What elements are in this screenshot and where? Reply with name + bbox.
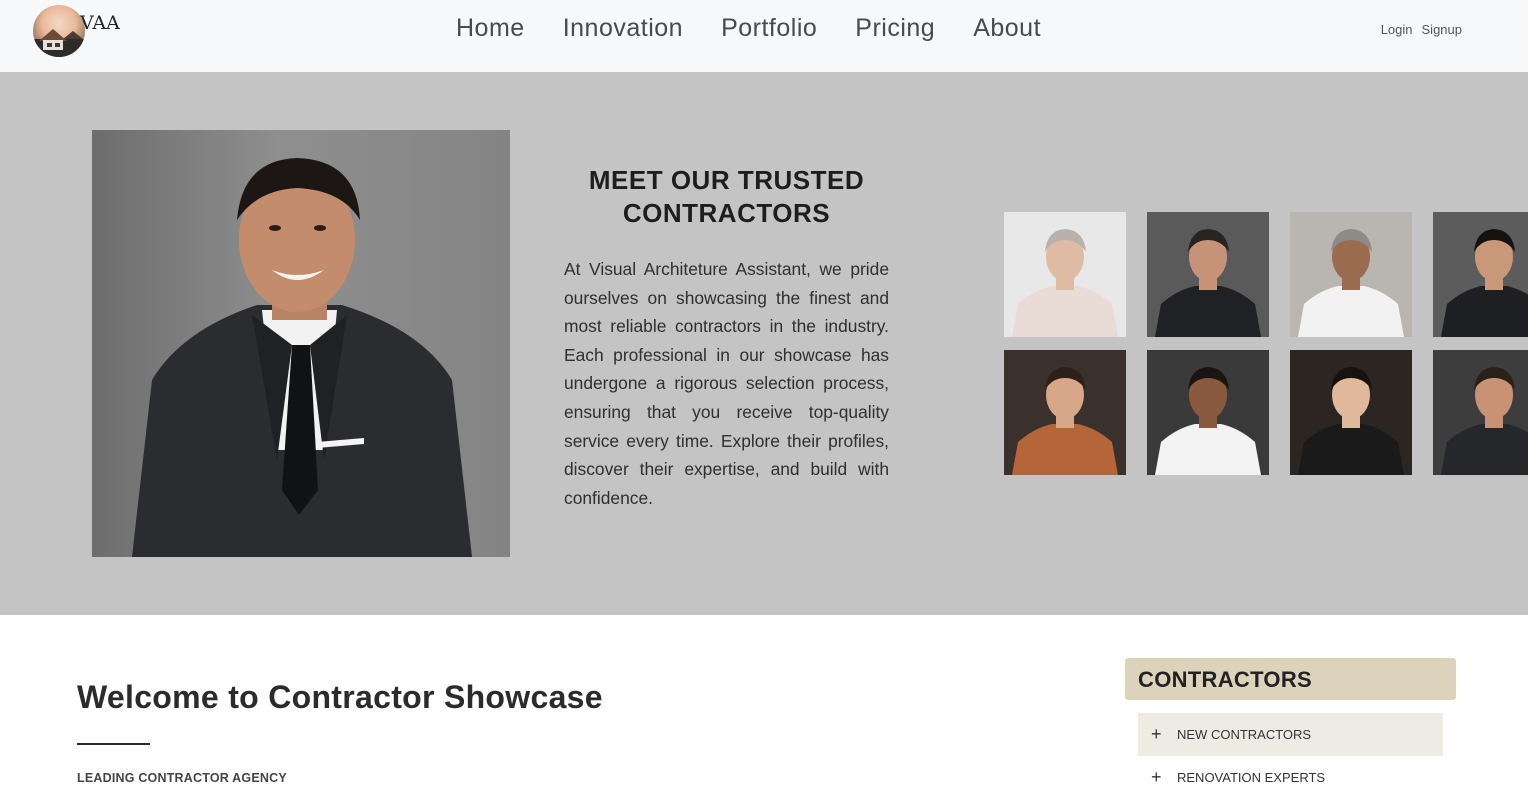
main-nav: Home Innovation Portfolio Pricing About — [456, 14, 1079, 43]
contractor-portrait-7[interactable] — [1290, 350, 1412, 475]
signup-link[interactable]: Signup — [1422, 22, 1462, 37]
nav-portfolio[interactable]: Portfolio — [721, 14, 817, 43]
contractor-portrait-1[interactable] — [1004, 212, 1126, 337]
logo-text[interactable]: VAA — [80, 12, 120, 34]
hero-title: MEET OUR TRUSTED CONTRACTORS — [588, 165, 865, 228]
nav-about[interactable]: About — [973, 14, 1041, 43]
contractor-portrait-4[interactable] — [1433, 212, 1528, 337]
categories-heading: CONTRACTORS CATEGORIES — [1125, 658, 1456, 735]
login-link[interactable]: Login — [1381, 22, 1413, 37]
expand-plus-icon[interactable]: + — [1151, 756, 1162, 798]
contractor-gallery — [1004, 212, 1528, 475]
title-divider — [77, 743, 150, 745]
contractor-portrait-5[interactable] — [1004, 350, 1126, 475]
nav-innovation[interactable]: Innovation — [563, 14, 683, 43]
logo-house-icon[interactable] — [33, 5, 85, 57]
site-header: VAA Home Innovation Portfolio Pricing Ab… — [0, 0, 1528, 72]
contractor-portrait-3[interactable] — [1290, 212, 1412, 337]
featured-contractor-photo — [92, 130, 510, 557]
contractor-portrait-2[interactable] — [1147, 212, 1269, 337]
contractor-portrait-8[interactable] — [1433, 350, 1528, 475]
nav-pricing[interactable]: Pricing — [855, 14, 935, 43]
category-label: NEW CONTRACTORS — [1177, 727, 1312, 742]
expand-plus-icon[interactable]: + — [1151, 713, 1162, 756]
hero-section: MEET OUR TRUSTED CONTRACTORS At Visual A… — [0, 72, 1528, 615]
welcome-title: Welcome to Contractor Showcase — [77, 679, 603, 715]
nav-home[interactable]: Home — [456, 14, 525, 43]
auth-links: Login Signup — [1381, 22, 1462, 37]
category-new-contractors[interactable]: + NEW CONTRACTORS — [1138, 713, 1443, 756]
hero-description: At Visual Architeture Assistant, we prid… — [564, 259, 889, 508]
welcome-subtitle: LEADING CONTRACTOR AGENCY — [77, 771, 287, 785]
contractor-portrait-6[interactable] — [1147, 350, 1269, 475]
category-label: RENOVATION EXPERTS — [1177, 770, 1326, 785]
category-renovation-experts[interactable]: + RENOVATION EXPERTS — [1138, 756, 1443, 798]
